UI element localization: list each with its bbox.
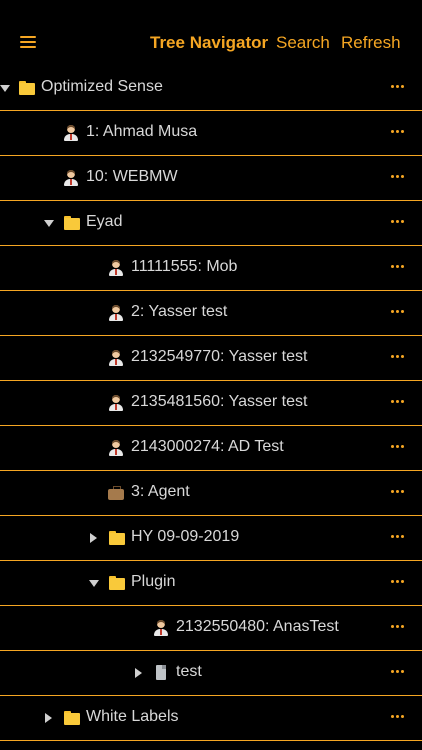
tree-navigator-screen: Tree Navigator Search Refresh Optimized …: [0, 0, 422, 750]
more-options-icon[interactable]: [391, 350, 405, 362]
folder-icon: [109, 530, 125, 546]
tree-row-white-labels[interactable]: White Labels: [0, 696, 422, 741]
briefcase-icon: [108, 485, 124, 501]
tree-row-label: Eyad: [86, 213, 123, 230]
page-title: Tree Navigator: [150, 33, 269, 52]
tree-row-agent[interactable]: 3: Agent: [0, 471, 422, 516]
tree-row-mob[interactable]: 11111555: Mob: [0, 246, 422, 291]
expand-toggle-icon[interactable]: [90, 533, 97, 543]
tree-row-label: Plugin: [131, 573, 176, 590]
tree-row-ahmad-musa[interactable]: 1: Ahmad Musa: [0, 111, 422, 156]
expand-toggle-icon[interactable]: [135, 668, 142, 678]
more-options-icon[interactable]: [391, 530, 405, 542]
more-options-icon[interactable]: [391, 620, 405, 632]
tree-row-anastest[interactable]: 2132550480: AnasTest: [0, 606, 422, 651]
search-button[interactable]: Search: [276, 33, 330, 53]
more-options-icon[interactable]: [391, 665, 405, 677]
tree-row-label: 2135481560: Yasser test: [131, 393, 308, 410]
more-options-icon[interactable]: [391, 485, 405, 497]
more-options-icon[interactable]: [391, 170, 405, 182]
folder-icon: [19, 80, 35, 96]
tree-row-label: 11111555: Mob: [131, 258, 238, 275]
more-options-icon[interactable]: [391, 305, 405, 317]
folder-icon: [109, 575, 125, 591]
navigation-bar: Tree Navigator Search Refresh: [0, 0, 422, 66]
tree-row-label: 2132549770: Yasser test: [131, 348, 308, 365]
more-options-icon[interactable]: [391, 80, 405, 92]
person-icon: [108, 260, 124, 276]
folder-icon: [64, 710, 80, 726]
tree-row-label: 2143000274: AD Test: [131, 438, 284, 455]
person-icon: [108, 305, 124, 321]
more-options-icon[interactable]: [391, 125, 405, 137]
tree-row-yasser-test-2135481560[interactable]: 2135481560: Yasser test: [0, 381, 422, 426]
person-icon: [108, 350, 124, 366]
expand-toggle-icon[interactable]: [44, 220, 54, 227]
person-icon: [153, 620, 169, 636]
tree-row-label: 2: Yasser test: [131, 303, 228, 320]
tree-row-label: 10: WEBMW: [86, 168, 178, 185]
expand-toggle-icon[interactable]: [45, 713, 52, 723]
folder-icon: [64, 215, 80, 231]
person-icon: [108, 395, 124, 411]
tree-row-yasser-test-2132549770[interactable]: 2132549770: Yasser test: [0, 336, 422, 381]
tree-list: Optimized Sense 1: Ahmad Musa 10: WEBMW …: [0, 66, 422, 741]
person-icon: [63, 170, 79, 186]
tree-row-webmw[interactable]: 10: WEBMW: [0, 156, 422, 201]
tree-row-label: White Labels: [86, 708, 179, 725]
document-icon: [153, 665, 169, 681]
tree-row-label: 2132550480: AnasTest: [176, 618, 339, 635]
person-icon: [63, 125, 79, 141]
tree-row-label: 1: Ahmad Musa: [86, 123, 198, 140]
tree-row-hy-09-09-2019[interactable]: HY 09-09-2019: [0, 516, 422, 561]
tree-row-label: HY 09-09-2019: [131, 528, 240, 545]
tree-row-test[interactable]: test: [0, 651, 422, 696]
expand-toggle-icon[interactable]: [89, 580, 99, 587]
tree-row-label: test: [176, 663, 202, 680]
tree-row-eyad[interactable]: Eyad: [0, 201, 422, 246]
tree-row-yasser-test[interactable]: 2: Yasser test: [0, 291, 422, 336]
hamburger-icon[interactable]: [20, 36, 36, 48]
more-options-icon[interactable]: [391, 575, 405, 587]
tree-row-optimized-sense[interactable]: Optimized Sense: [0, 66, 422, 111]
more-options-icon[interactable]: [391, 710, 405, 722]
refresh-button[interactable]: Refresh: [341, 33, 401, 53]
tree-row-ad-test[interactable]: 2143000274: AD Test: [0, 426, 422, 471]
tree-row-label: Optimized Sense: [41, 78, 163, 95]
more-options-icon[interactable]: [391, 260, 405, 272]
more-options-icon[interactable]: [391, 215, 405, 227]
tree-row-label: 3: Agent: [131, 483, 190, 500]
more-options-icon[interactable]: [391, 440, 405, 452]
person-icon: [108, 440, 124, 456]
tree-row-plugin[interactable]: Plugin: [0, 561, 422, 606]
more-options-icon[interactable]: [391, 395, 405, 407]
expand-toggle-icon[interactable]: [0, 85, 10, 92]
